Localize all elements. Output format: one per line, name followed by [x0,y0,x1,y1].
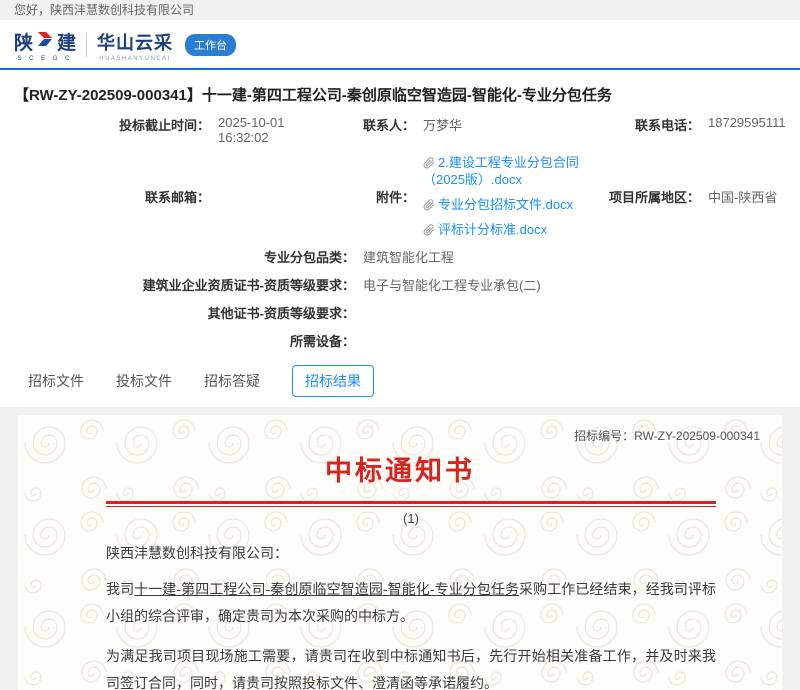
field-category: 专业分包品类： 建筑智能化工程 [0,247,800,266]
logo-scegc-text: S C E G C [18,56,73,62]
greeting-text: 您好，陕西沣慧数创科技有限公司 [14,3,194,17]
info-row-1: 投标截止时间： 2025-10-01 16:32:02 联系人： 万梦华 联系电… [0,115,800,145]
logo-divider [86,33,87,57]
field-contact-label: 联系人： [335,115,415,134]
field-contact-value: 万梦华 [423,115,462,134]
tab-bid-result[interactable]: 招标结果 [292,365,374,397]
field-deadline-value: 2025-10-01 16:32:02 [218,115,335,145]
field-qualification-value: 电子与智能化工程专业承包(二) [363,275,541,294]
paragraph-1: 我司十一建-第四工程公司-秦创原临空智造园-智能化-专业分包任务采购工作已经结束… [106,576,716,630]
field-region-label: 项目所属地区： [585,187,700,206]
tab-bid-documents[interactable]: 招标文件 [28,366,84,396]
field-deadline-label: 投标截止时间： [0,115,210,134]
project-name-underlined: 十一建-第四工程公司-秦创原临空智造园-智能化-专业分包任务 [134,581,519,597]
paragraph-2: 为满足我司项目现场施工需要，请贵司在收到中标通知书后，先行开始相关准备工作，并及… [106,643,716,690]
logo-arrow-icon [35,30,55,54]
field-attachments-label: 附件： [335,187,415,206]
field-deadline: 投标截止时间： 2025-10-01 16:32:02 [0,115,335,145]
attachment-link[interactable]: 评标计分标准.docx [423,221,585,238]
logo: 陕 建 S C E G C 华山云采 HUASHANYUNCAI 工作台 [14,28,786,62]
field-region-value: 中国-陕西省 [708,187,777,206]
info-row-2: 联系邮箱： 附件： 2.建设工程专业分包合同（2025版）.docx 专业分包招… [0,154,800,238]
logo-jian-char: 建 [57,28,76,55]
field-other-cert-label: 其他证书-资质等级要求： [0,303,355,322]
tab-tender-documents[interactable]: 投标文件 [116,366,172,396]
tab-bar: 招标文件 投标文件 招标答疑 招标结果 [0,359,800,407]
workbench-badge[interactable]: 工作台 [185,34,236,56]
bid-number-label: 招标编号： [574,429,634,443]
field-phone: 联系电话： 18729595111 [585,115,800,145]
content-background: 招标编号：RW-ZY-202509-000341 中标通知书 (1) 陕西沣慧数… [0,407,800,690]
field-attachments: 附件： 2.建设工程专业分包合同（2025版）.docx 专业分包招标文件.do… [335,154,585,238]
notice-paper: 招标编号：RW-ZY-202509-000341 中标通知书 (1) 陕西沣慧数… [18,415,782,690]
project-info-section: 【RW-ZY-202509-000341】十一建-第四工程公司-秦创原临空智造园… [0,70,800,407]
field-qualification: 建筑业企业资质证书-资质等级要求： 电子与智能化工程专业承包(二) [0,275,800,294]
logo-huashan-subtext: HUASHANYUNCAI [99,56,171,62]
double-rule-divider [106,501,716,507]
field-email-label: 联系邮箱： [0,187,210,206]
page-title: 【RW-ZY-202509-000341】十一建-第四工程公司-秦创原临空智造园… [0,80,800,115]
bid-number-value: RW-ZY-202509-000341 [634,429,760,443]
field-equipment: 所需设备： [0,331,800,350]
notice-body: (1) 陕西沣慧数创科技有限公司： 我司十一建-第四工程公司-秦创原临空智造园-… [106,501,716,690]
paperclip-icon [423,224,435,236]
page-number: (1) [106,511,716,526]
field-region: 项目所属地区： 中国-陕西省 [585,154,800,238]
field-category-label: 专业分包品类： [0,247,355,266]
field-other-cert: 其他证书-资质等级要求： [0,303,800,322]
attachment-link[interactable]: 专业分包招标文件.docx [423,196,585,213]
field-equipment-label: 所需设备： [0,331,355,350]
tab-bid-qa[interactable]: 招标答疑 [204,366,260,396]
field-category-value: 建筑智能化工程 [363,247,454,266]
field-phone-value: 18729595111 [708,115,786,130]
field-contact: 联系人： 万梦华 [335,115,585,145]
greeting-bar: 您好，陕西沣慧数创科技有限公司 [0,0,800,20]
addressee: 陕西沣慧数创科技有限公司： [106,543,716,563]
notice-title: 中标通知书 [40,449,760,488]
paperclip-icon [423,199,435,211]
logo-huashanyuncai: 华山云采 HUASHANYUNCAI [97,29,173,62]
field-phone-label: 联系电话： [585,115,700,134]
field-qualification-label: 建筑业企业资质证书-资质等级要求： [0,275,355,294]
logo-shanjian: 陕 建 S C E G C [14,28,76,62]
paperclip-icon [423,157,435,169]
bid-number: 招标编号：RW-ZY-202509-000341 [40,427,760,444]
logo-shan-char: 陕 [14,28,33,55]
notice-content: 招标编号：RW-ZY-202509-000341 中标通知书 (1) 陕西沣慧数… [18,415,782,690]
app-header: 陕 建 S C E G C 华山云采 HUASHANYUNCAI 工作台 [0,20,800,68]
field-email: 联系邮箱： [0,154,335,238]
attachment-link[interactable]: 2.建设工程专业分包合同（2025版）.docx [423,154,585,188]
logo-huashan-text: 华山云采 [97,29,173,55]
attachment-list: 2.建设工程专业分包合同（2025版）.docx 专业分包招标文件.docx 评… [423,154,585,238]
